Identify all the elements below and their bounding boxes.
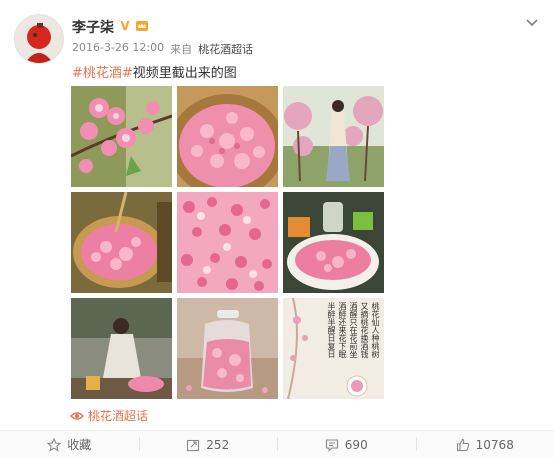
post-meta: 2016-3-26 12:00 来自 桃花酒超话	[72, 41, 253, 57]
star-icon	[47, 438, 61, 452]
comment-count: 690	[345, 438, 368, 452]
image-petals-in-basket[interactable]	[177, 86, 278, 187]
source-label: 来自	[170, 41, 192, 57]
image-grid: 桃花仙人种桃树 又摘桃花换酒钱 酒醒只在花前坐 酒醉还来花下眠 半醉半醒日复日	[71, 86, 385, 400]
favorite-button[interactable]: 收藏	[0, 431, 139, 458]
poem-line-2: 又摘桃花换酒钱	[360, 302, 369, 382]
image-petal-pile[interactable]	[177, 192, 278, 293]
username[interactable]: 李子柒	[72, 17, 114, 37]
image-calligraphy-poem[interactable]: 桃花仙人种桃树 又摘桃花换酒钱 酒醒只在花前坐 酒醉还来花下眠 半醉半醒日复日	[283, 298, 384, 399]
comment-button[interactable]: 690	[277, 431, 416, 458]
image-petals-in-glass-jar[interactable]	[177, 298, 278, 399]
action-bar: 收藏 252 690 10768	[0, 430, 554, 458]
post-timestamp[interactable]: 2016-3-26 12:00	[72, 41, 164, 57]
image-girl-preparing-petals[interactable]	[71, 298, 172, 399]
poem-line-4: 酒醉还来花下眠	[338, 302, 347, 382]
user-badges: V	[118, 18, 149, 34]
image-girl-in-orchard[interactable]	[283, 86, 384, 187]
favorite-label: 收藏	[67, 436, 91, 453]
poem-line-3: 酒醒只在花前坐	[349, 302, 358, 382]
repost-button[interactable]: 252	[139, 431, 278, 458]
image-peach-blossom-branch[interactable]	[71, 86, 172, 187]
post-body: 视频里截出来的图	[133, 66, 237, 81]
repost-icon	[186, 438, 200, 452]
poem-line-1: 桃花仙人种桃树	[371, 302, 380, 382]
like-count: 10768	[476, 438, 514, 452]
chevron-down-icon[interactable]	[524, 14, 540, 30]
location-label: 桃花酒超话	[88, 407, 148, 424]
post-text: #桃花酒#视频里截出来的图	[72, 62, 237, 81]
image-petals-bamboo-basket[interactable]	[71, 192, 172, 293]
source-name[interactable]: 桃花酒超话	[198, 41, 253, 57]
thumbs-up-icon	[456, 438, 470, 452]
weibo-post-card: 李子柒 V 2016-3-26 12:00 来自 桃花酒超话 #桃花酒#视频里截…	[0, 0, 554, 457]
crown-icon[interactable]	[135, 19, 149, 33]
eye-location-icon	[70, 410, 84, 422]
hashtag-link[interactable]: #桃花酒#	[72, 66, 133, 81]
comment-icon	[325, 438, 339, 452]
calligraphy-columns: 桃花仙人种桃树 又摘桃花换酒钱 酒醒只在花前坐 酒醉还来花下眠 半醉半醒日复日	[327, 302, 380, 382]
image-petals-in-bowl[interactable]	[283, 192, 384, 293]
location-tag[interactable]: 桃花酒超话	[70, 407, 148, 424]
v-badge-icon[interactable]: V	[118, 19, 132, 33]
poem-line-5: 半醉半醒日复日	[327, 302, 336, 382]
avatar[interactable]	[14, 14, 64, 64]
repost-count: 252	[206, 438, 229, 452]
like-button[interactable]: 10768	[416, 431, 554, 458]
